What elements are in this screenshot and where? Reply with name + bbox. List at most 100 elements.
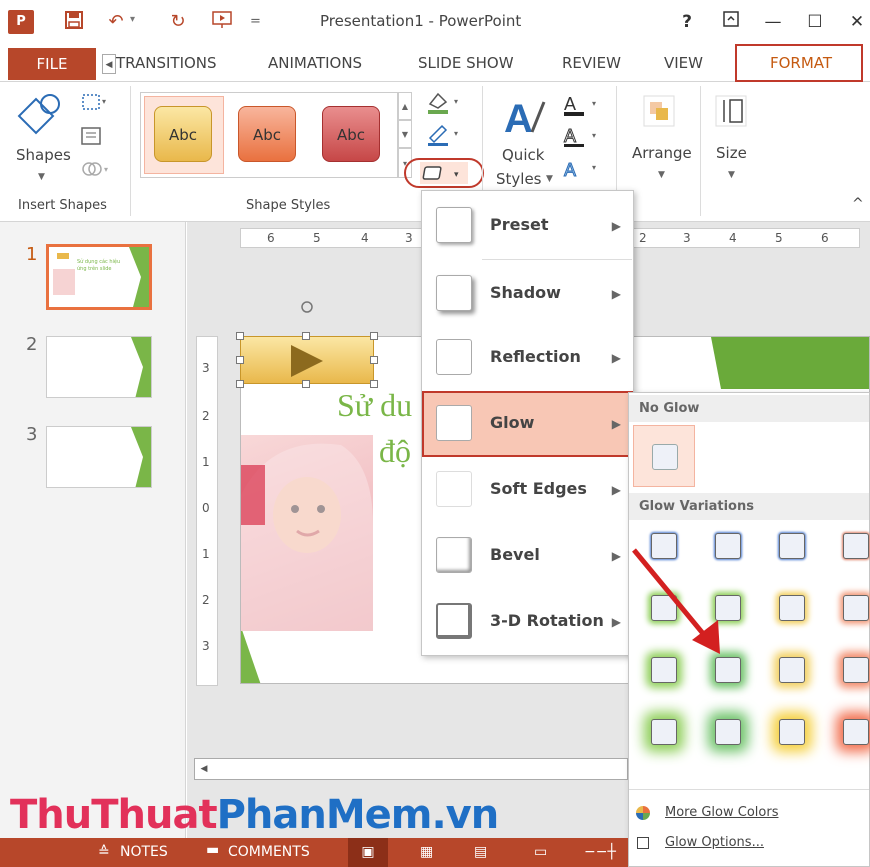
undo-dropdown-icon[interactable]: ▾	[130, 14, 135, 25]
resize-handle[interactable]	[302, 380, 310, 388]
style-swatch-red[interactable]: Abc	[322, 106, 380, 162]
tabs-scroll-left-icon[interactable]: ◀	[102, 54, 116, 74]
notes-icon: ≙	[98, 844, 110, 860]
save-icon[interactable]	[62, 10, 86, 34]
text-effects-icon[interactable]: A ▾	[562, 156, 602, 182]
ribbon-display-options-button[interactable]	[716, 10, 746, 34]
slide-show-icon[interactable]: ▭	[534, 844, 547, 860]
glow-variation-swatch[interactable]	[715, 719, 741, 745]
shapes-dropdown-icon[interactable]: ▼	[38, 172, 45, 182]
tab-review[interactable]: REVIEW	[562, 54, 621, 72]
edit-shape-icon[interactable]: ▾	[80, 92, 112, 114]
resize-handle[interactable]	[236, 332, 244, 340]
comments-button[interactable]: COMMENTS	[228, 844, 310, 860]
resize-handle[interactable]	[236, 380, 244, 388]
quick-styles-label-1[interactable]: Quick	[502, 146, 544, 164]
resize-handle[interactable]	[370, 356, 378, 364]
powerpoint-logo-icon[interactable]: P	[8, 10, 34, 34]
gallery-scroll-down-icon[interactable]: ▼	[398, 120, 412, 148]
glow-variation-swatch[interactable]	[779, 657, 805, 683]
tab-format[interactable]: FORMAT	[770, 54, 832, 72]
menu-item-bevel[interactable]: Bevel ▶	[422, 523, 633, 588]
glow-variation-swatch[interactable]	[843, 595, 869, 621]
tab-view[interactable]: VIEW	[664, 54, 703, 72]
glow-variation-swatch[interactable]	[779, 533, 805, 559]
action-button-shape[interactable]	[240, 336, 374, 384]
gallery-scroll-up-icon[interactable]: ▲	[398, 92, 412, 120]
menu-item-glow[interactable]: Glow ▶	[422, 391, 633, 457]
svg-text:A: A	[564, 126, 576, 146]
menu-item-reflection[interactable]: Reflection ▶	[422, 325, 633, 390]
close-button[interactable]: ✕	[842, 10, 870, 34]
restore-button[interactable]: ☐	[800, 10, 830, 34]
no-glow-option[interactable]	[633, 425, 695, 487]
customize-quick-access-icon[interactable]: =	[250, 14, 261, 29]
reading-view-icon[interactable]: ▤	[474, 844, 487, 860]
glow-variation-swatch[interactable]	[651, 657, 677, 683]
size-button[interactable]: Size	[716, 144, 747, 162]
menu-divider	[629, 789, 869, 790]
tab-transitions[interactable]: TRANSITIONS	[116, 54, 217, 72]
tab-file[interactable]: FILE	[8, 48, 96, 80]
slide-title-line-2[interactable]: độ	[379, 433, 411, 470]
horizontal-scrollbar[interactable]	[194, 758, 628, 780]
shape-fill-icon[interactable]: ▾	[424, 90, 464, 116]
glow-variation-swatch[interactable]	[651, 719, 677, 745]
slide-sorter-icon[interactable]: ▦	[420, 844, 433, 860]
tab-slide-show[interactable]: SLIDE SHOW	[418, 54, 514, 72]
collapse-ribbon-icon[interactable]: ^	[852, 196, 864, 212]
undo-icon[interactable]: ↶	[104, 10, 128, 34]
glow-variation-swatch[interactable]	[779, 719, 805, 745]
minimize-button[interactable]: —	[758, 10, 788, 34]
start-from-beginning-icon[interactable]	[210, 10, 234, 34]
slide-title-line-1[interactable]: Sử du	[337, 387, 412, 424]
resize-handle[interactable]	[302, 332, 310, 340]
baby-photo[interactable]	[241, 435, 373, 631]
arrange-dropdown-icon[interactable]: ▼	[658, 170, 665, 180]
quick-styles-label-2[interactable]: Styles	[496, 170, 542, 188]
scroll-left-icon[interactable]: ◀	[196, 760, 212, 778]
text-fill-icon[interactable]: A ▾	[562, 92, 602, 118]
shapes-gallery-button[interactable]	[16, 90, 66, 146]
menu-item-shadow[interactable]: Shadow ▶	[422, 261, 633, 326]
glow-options-item[interactable]: Glow Options...	[665, 835, 764, 850]
help-button[interactable]: ?	[672, 10, 702, 34]
glow-variation-swatch[interactable]	[843, 719, 869, 745]
glow-variation-swatch[interactable]	[779, 595, 805, 621]
resize-handle[interactable]	[370, 332, 378, 340]
size-icon[interactable]	[712, 92, 752, 132]
notes-button[interactable]: NOTES	[120, 844, 168, 860]
size-dropdown-icon[interactable]: ▼	[728, 170, 735, 180]
resize-handle[interactable]	[370, 380, 378, 388]
arrange-button[interactable]: Arrange	[632, 144, 692, 162]
glow-variation-swatch[interactable]	[843, 657, 869, 683]
resize-handle[interactable]	[236, 356, 244, 364]
text-outline-icon[interactable]: A ▾	[562, 124, 602, 150]
rotate-handle-icon[interactable]	[300, 300, 314, 314]
redo-icon[interactable]: ↻	[166, 10, 190, 34]
menu-item-3d-rotation[interactable]: 3-D Rotation ▶	[422, 589, 633, 654]
quick-styles-icon[interactable]: A	[502, 92, 548, 142]
menu-item-soft-edges[interactable]: Soft Edges ▶	[422, 457, 633, 522]
tab-animations[interactable]: ANIMATIONS	[268, 54, 362, 72]
glow-variation-swatch[interactable]	[843, 533, 869, 559]
menu-item-preset[interactable]: Preset ▶	[422, 193, 633, 258]
style-swatch-gold[interactable]: Abc	[154, 106, 212, 162]
svg-text:▾: ▾	[454, 170, 459, 180]
more-glow-colors-item[interactable]: More Glow Colors	[665, 805, 778, 820]
shape-outline-icon[interactable]: ▾	[424, 122, 464, 148]
merge-shapes-icon[interactable]: ▾	[80, 158, 112, 180]
arrange-icon[interactable]	[640, 92, 680, 132]
style-swatch-orange[interactable]: Abc	[238, 106, 296, 162]
slide-thumb-2[interactable]	[46, 336, 152, 398]
zoom-slider[interactable]: −−┼	[584, 844, 616, 860]
text-box-icon[interactable]	[80, 126, 102, 146]
quick-styles-dropdown-icon[interactable]: ▼	[546, 174, 553, 184]
normal-view-icon[interactable]: ▣	[348, 838, 388, 867]
slide-thumb-1[interactable]: Sử dụng các hiệu ứng trên slide	[46, 244, 152, 310]
glow-variation-swatch[interactable]	[715, 657, 741, 683]
shape-effects-button[interactable]: ▾	[420, 162, 468, 184]
slide-thumb-3[interactable]	[46, 426, 152, 488]
shapes-label[interactable]: Shapes	[16, 146, 71, 164]
glow-variations-header: Glow Variations	[629, 493, 869, 520]
